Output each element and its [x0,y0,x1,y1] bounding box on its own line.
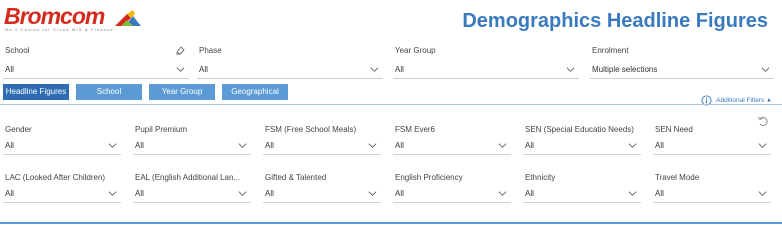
english-proficiency-dropdown[interactable]: All [393,186,511,203]
page-title: Demographics Headline Figures [462,10,768,32]
chevron-down-icon [758,143,767,148]
caret-up-icon: ▲ [766,97,772,104]
chevron-down-icon [238,143,247,148]
chevron-down-icon [368,191,377,196]
chevron-down-icon [498,143,507,148]
chevron-down-icon [566,67,575,72]
english-proficiency-filter-label: English Proficiency [395,173,463,182]
fsm-dropdown[interactable]: All [263,138,381,155]
chevron-down-icon [108,191,117,196]
additional-filters-label: Additional Filters [716,97,765,104]
school-filter-label: School [5,46,30,55]
chevron-down-icon [498,191,507,196]
gifted-talented-filter-label: Gifted & Talented [265,173,327,182]
bottom-divider [0,222,782,224]
sen-dropdown[interactable]: All [523,138,641,155]
travel-mode-dropdown[interactable]: All [653,186,771,203]
eal-filter-label: EAL (English Additional Lan... [135,173,241,182]
sen-need-dropdown[interactable]: All [653,138,771,155]
tab-school[interactable]: School [76,84,142,100]
chevron-down-icon [176,67,185,72]
enrolment-filter-label: Enrolment [592,46,629,55]
chevron-down-icon [368,143,377,148]
eraser-icon[interactable] [175,45,185,55]
chevron-down-icon [761,67,770,72]
year-group-filter-label: Year Group [395,46,436,55]
chevron-down-icon [108,143,117,148]
reset-icon[interactable] [757,115,769,127]
fsm-ever6-dropdown[interactable]: All [393,138,511,155]
gender-filter-label: Gender [5,125,32,134]
brand-logo: Bromcom [4,3,105,29]
travel-mode-filter-label: Travel Mode [655,173,700,182]
brand-tagline: No.1 Choice for Cloud MIS & Finance [5,27,114,32]
fsm-ever6-filter-label: FSM Ever6 [395,125,436,134]
gifted-talented-dropdown[interactable]: All [263,186,381,203]
fsm-filter-label: FSM (Free School Meals) [265,125,357,134]
chevron-down-icon [370,67,379,72]
sen-filter-label: SEN (Special Educatio Needs) [525,125,634,134]
lac-filter-label: LAC (Looked After Children) [5,173,106,182]
pupil-premium-dropdown[interactable]: All [133,138,251,155]
phase-dropdown[interactable]: All [197,62,383,79]
bromcom-logo-icon [115,10,141,26]
school-dropdown[interactable]: All [3,62,189,79]
ethnicity-filter-label: Ethnicity [525,173,556,182]
lac-dropdown[interactable]: All [3,186,121,203]
tab-year-group[interactable]: Year Group [149,84,215,100]
gender-dropdown[interactable]: All [3,138,121,155]
chevron-down-icon [238,191,247,196]
ethnicity-dropdown[interactable]: All [523,186,641,203]
sen-need-filter-label: SEN Need [655,125,693,134]
chevron-down-icon [758,191,767,196]
enrolment-dropdown[interactable]: Multiple selections [590,62,774,79]
chevron-down-icon [628,143,637,148]
tab-geographical[interactable]: Geographical [222,84,288,100]
divider [0,104,782,105]
eal-dropdown[interactable]: All [133,186,251,203]
year-group-dropdown[interactable]: All [393,62,579,79]
chevron-down-icon [628,191,637,196]
tab-headline-figures[interactable]: Headline Figures [3,84,69,100]
phase-filter-label: Phase [199,46,222,55]
pupil-premium-filter-label: Pupil Premium [135,125,188,134]
